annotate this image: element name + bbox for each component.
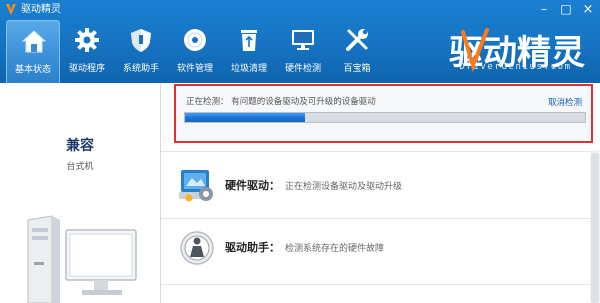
divider bbox=[161, 151, 593, 152]
scan-progress-bar bbox=[184, 112, 586, 123]
tools-icon bbox=[346, 29, 368, 51]
nav-label: 百宝箱 bbox=[343, 64, 371, 74]
list-item-driver-assistant[interactable]: 驱动助手： 检测系统存在的硬件故障 bbox=[161, 222, 589, 278]
row-title: 硬件驱动： bbox=[225, 179, 280, 192]
header-bar: 驱动精灵 – □ × 基本状态 驱动程序 系统助手 软件管理 垃圾清理 硬件检测… bbox=[0, 0, 600, 83]
nav-item-software-manager[interactable]: 软件管理 bbox=[168, 20, 222, 83]
mode-subtitle: 台式机 bbox=[66, 162, 94, 172]
disc-icon bbox=[184, 29, 206, 51]
maximize-button[interactable]: □ bbox=[555, 0, 577, 20]
nav-item-system-assistant[interactable]: 系统助手 bbox=[114, 20, 168, 83]
mode-title: 兼容 bbox=[66, 138, 94, 154]
divider bbox=[161, 284, 593, 285]
shield-icon bbox=[131, 29, 151, 52]
driver-assistant-icon bbox=[180, 231, 214, 265]
row-description: 检测系统存在的硬件故障 bbox=[285, 244, 385, 254]
nav-item-toolbox[interactable]: 百宝箱 bbox=[330, 20, 384, 83]
nav-item-junk-cleanup[interactable]: 垃圾清理 bbox=[222, 20, 276, 83]
recycle-bin-icon bbox=[241, 30, 257, 51]
hardware-driver-icon bbox=[179, 170, 213, 202]
close-button[interactable]: × bbox=[577, 0, 599, 20]
home-icon bbox=[21, 30, 47, 53]
monitor-icon bbox=[292, 30, 314, 50]
row-description: 正在检测设备驱动及驱动升级 bbox=[285, 182, 403, 192]
left-panel: 兼容 台式机 bbox=[0, 83, 160, 303]
row-title: 驱动助手： bbox=[225, 241, 280, 254]
nav-item-hardware-check[interactable]: 硬件检测 bbox=[276, 20, 330, 83]
window-title: 驱动精灵 bbox=[21, 4, 61, 15]
scan-progress-fill bbox=[185, 113, 305, 122]
app-logo-icon bbox=[6, 4, 16, 15]
brand-domain: DriverGenius.com bbox=[459, 62, 572, 72]
list-item-hardware-driver[interactable]: 硬件驱动： 正在检测设备驱动及驱动升级 bbox=[161, 160, 589, 216]
scrollbar-thumb[interactable] bbox=[591, 153, 599, 303]
nav-item-basic-status[interactable]: 基本状态 bbox=[6, 20, 60, 83]
nav-item-drivers[interactable]: 驱动程序 bbox=[60, 20, 114, 83]
title-bar[interactable]: 驱动精灵 – □ × bbox=[0, 0, 600, 20]
cancel-scan-link[interactable]: 取消检测 bbox=[548, 96, 582, 108]
scrollbar[interactable] bbox=[590, 150, 600, 303]
scan-status-text: 正在检测： 有问题的设备驱动及可升级的设备驱动 bbox=[186, 97, 376, 107]
divider bbox=[161, 218, 593, 219]
gear-icon bbox=[75, 28, 99, 52]
desktop-pc-icon bbox=[27, 215, 137, 303]
minimize-button[interactable]: – bbox=[533, 0, 555, 20]
